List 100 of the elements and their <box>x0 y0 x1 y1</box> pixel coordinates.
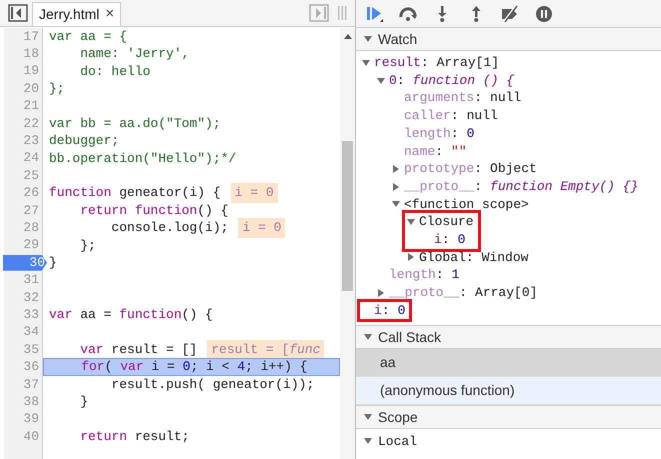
code-line: function geneator(i) { i = 0 <box>43 184 340 202</box>
section-triangle-icon[interactable] <box>364 35 372 43</box>
scroll-up-icon[interactable] <box>344 34 352 39</box>
property-key: i <box>374 300 382 320</box>
property-key: Closure <box>419 212 474 232</box>
close-icon[interactable]: × <box>105 3 114 26</box>
call-stack-frame[interactable]: (anonymous function) <box>356 377 661 406</box>
line-number: 25 <box>23 168 39 184</box>
property-key: name <box>404 142 436 162</box>
code-line: debugger; <box>48 132 120 150</box>
watch-row[interactable]: __proto__: Array[0] <box>377 284 661 302</box>
line-number: 22 <box>23 116 39 132</box>
line-number: 39 <box>23 411 39 428</box>
line-number: 19 <box>23 63 39 80</box>
call-stack-frame[interactable]: aa <box>356 349 661 378</box>
watch-row[interactable]: i: 0 <box>422 230 474 249</box>
property-separator: : <box>382 302 390 320</box>
code-line: } <box>79 393 90 411</box>
expanded-triangle-icon[interactable] <box>392 200 400 208</box>
line-number: 21 <box>23 98 39 114</box>
property-separator: : <box>450 124 459 143</box>
property-key: length <box>389 265 436 285</box>
code-line: name: 'Jerry', <box>79 45 190 63</box>
property-value: 0 <box>466 124 474 143</box>
line-number: 32 <box>23 290 39 306</box>
line-number: 26 <box>23 185 39 202</box>
watch-row[interactable]: Closure <box>407 213 474 231</box>
line-number: 20 <box>23 80 39 97</box>
scrollbar-thumb[interactable] <box>342 141 353 291</box>
property-separator: : <box>435 142 444 161</box>
property-key: length <box>404 124 451 144</box>
debugger-toggle-icon[interactable] <box>309 4 329 22</box>
code-line: } <box>48 254 58 272</box>
code-line: var aa = function() { <box>48 306 214 324</box>
code-line: return function() { <box>79 202 230 220</box>
watch-row[interactable]: caller: null <box>392 107 661 125</box>
scope-triangle-icon[interactable] <box>364 437 372 446</box>
file-tab[interactable]: Jerry.html × <box>32 2 122 26</box>
pause-icon[interactable] <box>534 4 554 24</box>
property-value: "" <box>451 142 467 161</box>
expanded-triangle-icon[interactable] <box>407 218 415 226</box>
property-value: null <box>466 107 498 126</box>
property-separator: : <box>450 107 459 126</box>
section-triangle-icon[interactable] <box>364 413 372 422</box>
line-number: 35 <box>23 342 39 358</box>
watch-row[interactable]: length: 0 <box>392 124 661 142</box>
line-number: 24 <box>23 150 39 166</box>
watch-row[interactable]: prototype: Object <box>392 160 661 178</box>
line-number: 17 <box>23 28 39 45</box>
property-value: 1 <box>452 266 460 284</box>
property-value: function () { <box>412 72 514 90</box>
scope-row[interactable]: Local <box>356 429 661 454</box>
code-line: }; <box>48 80 66 98</box>
section-title: Watch <box>378 30 418 48</box>
watch-row[interactable]: Global: Window <box>407 248 661 266</box>
section-header[interactable]: Watch <box>356 27 661 51</box>
property-separator: : <box>436 266 444 284</box>
property-key: __proto__ <box>389 283 460 303</box>
line-number: 31 <box>23 272 39 288</box>
section-title: Scope <box>378 408 418 427</box>
collapsed-triangle-icon[interactable] <box>407 253 415 262</box>
line-number: 28 <box>23 220 39 236</box>
inline-value: result = [func <box>207 340 324 360</box>
property-separator: : <box>474 178 482 196</box>
section-header[interactable]: Scope <box>356 405 661 430</box>
line-number: 18 <box>23 46 39 62</box>
watch-row[interactable]: <function scope> <box>392 196 661 214</box>
drag-handle-icon[interactable] <box>337 6 347 20</box>
collapsed-triangle-icon[interactable] <box>392 164 400 173</box>
property-key: i <box>434 230 442 250</box>
watch-row[interactable]: length: 1 <box>377 266 661 284</box>
expanded-triangle-icon[interactable] <box>362 58 370 67</box>
section-triangle-icon[interactable] <box>364 333 372 342</box>
deactivate-breakpoints-icon[interactable] <box>500 4 520 24</box>
property-separator: : <box>459 284 468 302</box>
collapsed-triangle-icon[interactable] <box>377 288 385 297</box>
watch-row[interactable]: arguments: null <box>392 89 661 108</box>
watch-row[interactable]: name: "" <box>392 142 661 160</box>
watch-row[interactable]: __proto__: function Empty() {} <box>392 178 661 196</box>
property-key: __proto__ <box>404 176 474 196</box>
expanded-triangle-icon[interactable] <box>377 76 385 85</box>
breakpoint-marker[interactable]: 30 <box>3 254 47 271</box>
property-key: arguments <box>404 88 474 108</box>
navigator-toggle-icon[interactable] <box>8 4 28 22</box>
section-title: Call Stack <box>378 328 442 347</box>
section-header[interactable]: Call Stack <box>356 325 661 350</box>
property-value: Array[1] <box>436 54 500 72</box>
watch-row[interactable]: 0: function () { <box>377 72 661 90</box>
line-number: 36 <box>23 359 39 376</box>
property-separator: : <box>466 248 474 267</box>
watch-row[interactable]: result: Array[1] <box>362 54 661 72</box>
property-separator: : <box>420 54 429 72</box>
property-value: Window <box>482 248 528 267</box>
collapsed-triangle-icon[interactable] <box>392 182 400 191</box>
line-number: 23 <box>23 133 39 150</box>
property-separator: : <box>396 72 405 90</box>
code-line: bb.operation("Hello");*/ <box>48 150 238 168</box>
property-value: Array[0] <box>475 284 538 302</box>
watch-row[interactable]: i: 0 <box>362 302 406 320</box>
scrollbar[interactable] <box>340 28 355 459</box>
